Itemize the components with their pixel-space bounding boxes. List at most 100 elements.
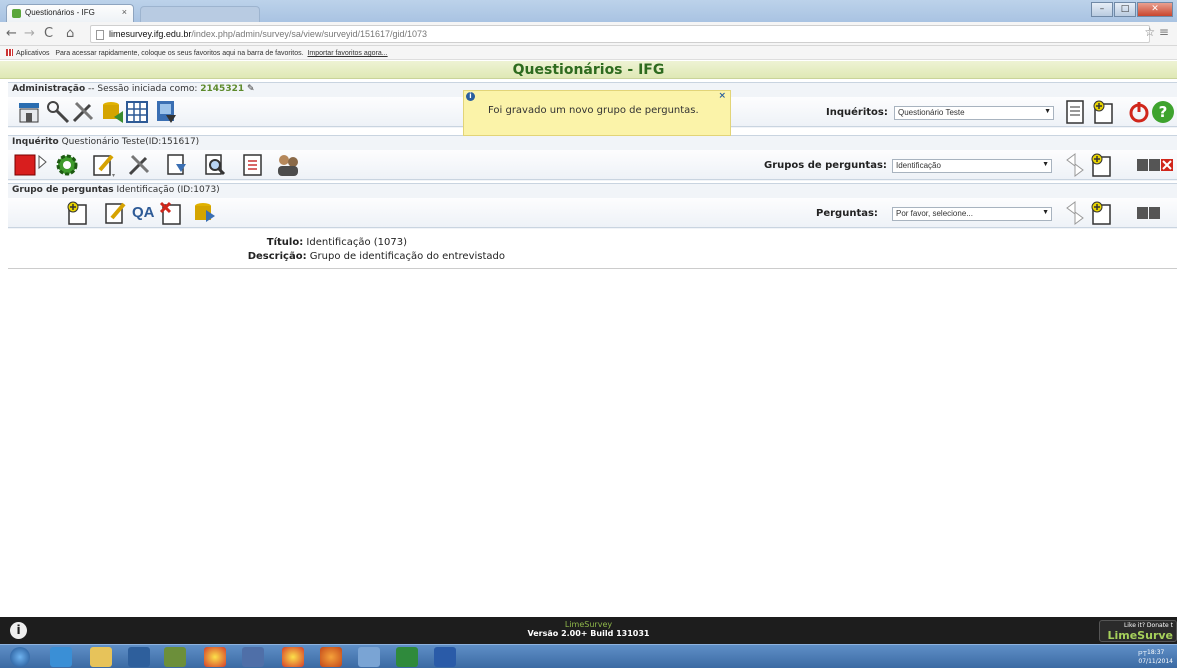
window-close-icon[interactable]: ✕ (1137, 2, 1173, 17)
firefox-icon[interactable] (320, 647, 342, 667)
session-user-id: 2145321 (200, 84, 245, 94)
svg-text:?: ? (1159, 103, 1168, 121)
import-bookmarks-link[interactable]: Importar favoritos agora... (307, 50, 387, 57)
limesurvey-favicon-icon (12, 9, 21, 18)
forward-arrow-icon[interactable]: → (24, 26, 35, 41)
question-prev-next-icon[interactable] (1062, 200, 1088, 226)
survey-detail: Questionário Teste(ID:151617) (61, 137, 200, 147)
description-value: Grupo de identificação do entrevistado (309, 251, 505, 262)
preview-search-icon[interactable] (202, 152, 228, 178)
group-description-row: Descrição: Grupo de identificação do ent… (248, 251, 505, 262)
add-question-icon[interactable] (64, 200, 90, 226)
taskbar-clock[interactable]: 18:37 07/11/2014 (1138, 648, 1173, 666)
dropdown-arrow-icon: ▼ (1044, 108, 1051, 115)
prev-next-arrows-icon[interactable] (1062, 152, 1088, 178)
help-icon[interactable]: ? (1150, 99, 1176, 125)
survey-logic-icon[interactable] (240, 152, 266, 178)
group-label: Grupo de perguntas (12, 185, 114, 195)
questions-selected: Por favor, selecione... (896, 209, 973, 218)
group-caption: Grupo de perguntas Identificação (ID:107… (12, 185, 220, 195)
home-store-icon[interactable] (16, 99, 42, 125)
group-icon-strip: QA Perguntas: Por favor, selecione... ▼ (8, 198, 1177, 228)
tool-icon[interactable] (358, 647, 380, 667)
bookmark-star-icon[interactable]: ☆ ≡ (1144, 25, 1169, 39)
title-label: Título: (266, 237, 304, 248)
browser-tabstrip: Questionários - IFG × – □ ✕ (0, 0, 1177, 22)
url-input[interactable]: limesurvey.ifg.edu.br/index.php/admin/su… (90, 25, 1150, 43)
footer-app-name[interactable]: LimeSurvey (0, 620, 1177, 629)
export-group-icon[interactable] (192, 200, 218, 226)
page-title: Questionários - IFG (0, 61, 1177, 79)
admin-caption: Administração -- Sessão iniciada como: 2… (12, 84, 255, 94)
dropdown-arrow-icon: ▼ (1042, 161, 1049, 168)
add-question-right-icon[interactable] (1088, 200, 1114, 226)
description-label: Descrição: (247, 251, 307, 262)
export-screen-icon[interactable] (154, 99, 180, 125)
excel-icon[interactable] (396, 647, 418, 667)
footer-version: Versão 2.00+ Build 131031 (527, 629, 650, 638)
database-icon[interactable] (100, 99, 126, 125)
survey-tools-icon[interactable] (126, 152, 152, 178)
success-notification: i × Foi gravado um novo grupo de pergunt… (463, 90, 731, 136)
url-path: /index.php/admin/survey/sa/view/surveyid… (191, 29, 428, 39)
group-detail: Identificação (ID:1073) (116, 185, 220, 195)
bookmarks-hint: Para acessar rapidamente, coloque os seu… (55, 50, 304, 57)
donate-big-text: LimeSurve (1107, 629, 1173, 642)
participants-icon[interactable] (274, 152, 304, 178)
tools-icon[interactable] (70, 99, 96, 125)
edit-pencil-icon[interactable]: ✎ (247, 84, 255, 94)
edit-group-icon[interactable] (102, 200, 128, 226)
activate-survey-icon[interactable] (14, 152, 48, 178)
clock-time: 18:37 (1147, 649, 1165, 656)
title-value: Identificação (1073) (306, 237, 407, 248)
logout-power-icon[interactable] (1126, 99, 1152, 125)
grid-table-icon[interactable] (124, 99, 150, 125)
notification-close-icon[interactable]: × (718, 91, 726, 101)
chrome-icon-2[interactable] (282, 647, 304, 667)
info-circle-icon[interactable]: i (10, 622, 27, 639)
question-view-toggle-icon[interactable] (1136, 206, 1162, 220)
back-arrow-icon[interactable]: ← (6, 26, 17, 41)
explorer-folder-icon[interactable] (90, 647, 112, 667)
maximize-icon[interactable]: □ (1114, 2, 1136, 17)
group-details: Título: Identificação (1073) Descrição: … (8, 231, 1177, 269)
donate-button[interactable]: Like it? Donate t LimeSurve (1099, 620, 1177, 642)
start-button-icon[interactable] (10, 647, 30, 667)
keys-icon[interactable] (46, 99, 72, 125)
survey-toolbar: Inquérito Questionário Teste(ID:151617) … (8, 135, 1177, 181)
media-player-icon[interactable] (128, 647, 150, 667)
edit-survey-icon[interactable] (90, 152, 116, 178)
survey-list-icon[interactable] (1062, 99, 1088, 125)
group-view-toggle-icon[interactable] (1136, 158, 1174, 172)
questions-label: Perguntas: (816, 208, 878, 219)
url-host: limesurvey.ifg.edu.br (109, 29, 192, 39)
word-icon[interactable] (434, 647, 456, 667)
notification-message: Foi gravado um novo grupo de perguntas. (488, 105, 699, 116)
minimize-icon[interactable]: – (1091, 2, 1113, 17)
surveys-label: Inquéritos: (826, 107, 888, 118)
survey-icon-strip: Grupos de perguntas: Identificação ▼ (8, 150, 1177, 180)
tab-close-icon[interactable]: × (122, 7, 127, 17)
responses-icon[interactable] (164, 152, 190, 178)
apps-grid-icon (6, 49, 13, 56)
questions-select[interactable]: Por favor, selecione... ▼ (892, 207, 1052, 221)
app-icon[interactable] (164, 647, 186, 667)
browser-tab-inactive[interactable] (140, 6, 260, 22)
add-group-icon[interactable] (1088, 152, 1114, 178)
settings-gear-icon[interactable] (54, 152, 80, 178)
remote-desktop-icon[interactable] (242, 647, 264, 667)
delete-group-icon[interactable] (158, 200, 184, 226)
home-icon[interactable]: ⌂ (66, 26, 74, 41)
surveys-select[interactable]: Questionário Teste ▼ (894, 106, 1054, 120)
clock-date: 07/11/2014 (1138, 658, 1173, 665)
windows-taskbar: PT 18:37 07/11/2014 (0, 644, 1177, 668)
groups-label: Grupos de perguntas: (764, 160, 887, 171)
bookmarks-apps[interactable]: Aplicativos (16, 50, 49, 57)
browser-tab-active[interactable]: Questionários - IFG × (6, 4, 134, 22)
reload-icon[interactable]: C (44, 26, 53, 41)
qa-icon[interactable]: QA (132, 204, 155, 221)
add-survey-icon[interactable] (1090, 99, 1116, 125)
groups-select[interactable]: Identificação ▼ (892, 159, 1052, 173)
ie-icon[interactable] (50, 647, 72, 667)
chrome-icon[interactable] (204, 647, 226, 667)
